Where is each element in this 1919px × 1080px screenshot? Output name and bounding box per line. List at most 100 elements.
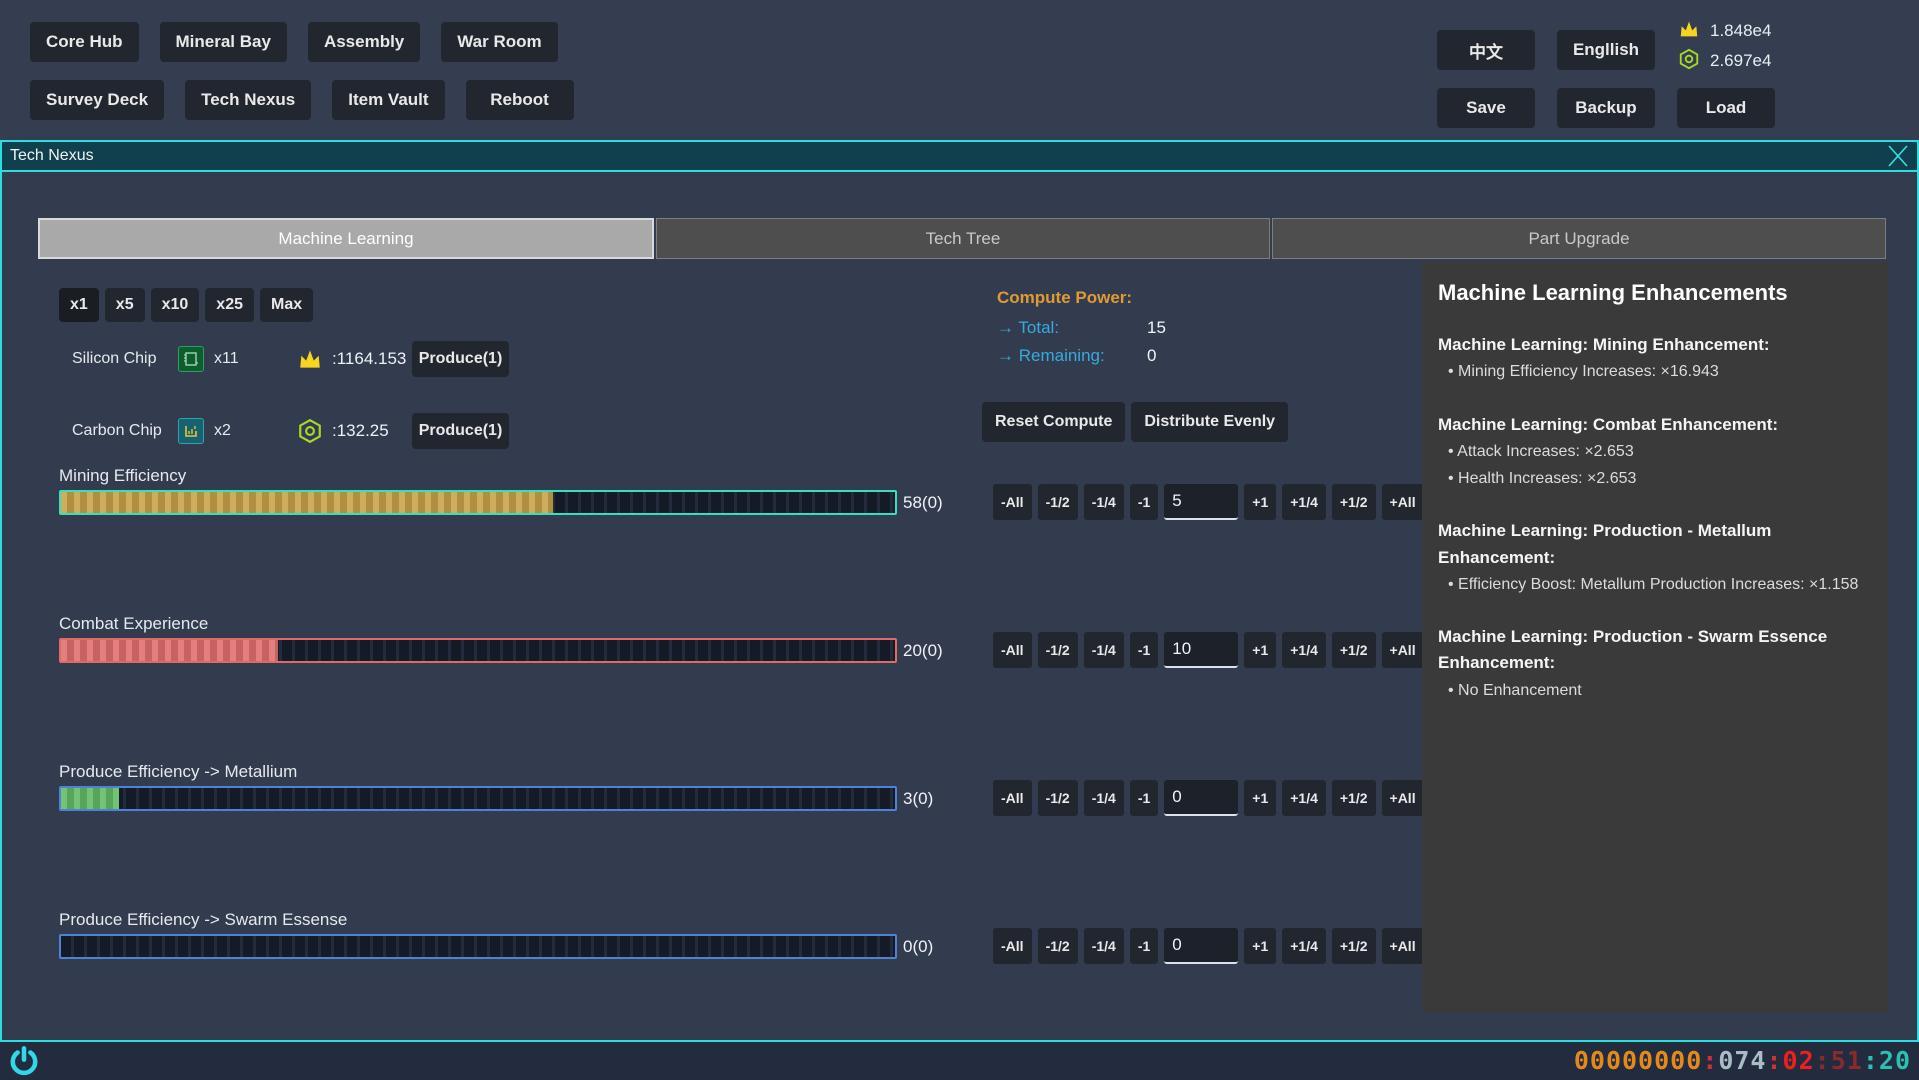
metallium-plus-all-button[interactable]: +All xyxy=(1382,780,1424,816)
combat-plus-quarter-button[interactable]: +1/4 xyxy=(1282,632,1326,668)
carbon-chip-name: Carbon Chip xyxy=(72,422,162,440)
swarm-plus-one-button[interactable]: +1 xyxy=(1244,928,1276,964)
metallium-plus-quarter-button[interactable]: +1/4 xyxy=(1282,780,1326,816)
currency-block: 1.848e4 2.697e4 xyxy=(1678,16,1771,76)
distribute-evenly-button[interactable]: Distribute Evenly xyxy=(1131,402,1288,442)
mining-plus-half-button[interactable]: +1/2 xyxy=(1332,484,1376,520)
silicon-produce-button[interactable]: Produce(1) xyxy=(412,341,509,377)
mining-plus-one-button[interactable]: +1 xyxy=(1244,484,1276,520)
metallium-minus-all-button[interactable]: -All xyxy=(993,780,1032,816)
metallium-minus-half-button[interactable]: -1/2 xyxy=(1038,780,1078,816)
load-button[interactable]: Load xyxy=(1677,88,1775,128)
nav-mineral-bay-button[interactable]: Mineral Bay xyxy=(160,22,287,62)
swarm-minus-quarter-button[interactable]: -1/4 xyxy=(1084,928,1124,964)
combat-minus-one-button[interactable]: -1 xyxy=(1130,632,1158,668)
nav-war-room-button[interactable]: War Room xyxy=(441,22,557,62)
tab-machine-learning[interactable]: Machine Learning xyxy=(38,218,654,259)
swarm-allocation-input[interactable] xyxy=(1164,928,1238,964)
mining-minus-all-button[interactable]: -All xyxy=(993,484,1032,520)
combat-plus-one-button[interactable]: +1 xyxy=(1244,632,1276,668)
combat-plus-all-button[interactable]: +All xyxy=(1382,632,1424,668)
swarm-enhancement-heading: Machine Learning: Production - Swarm Ess… xyxy=(1438,624,1872,677)
mining-plus-quarter-button[interactable]: +1/4 xyxy=(1282,484,1326,520)
metallium-efficiency-bar-fill xyxy=(61,788,119,809)
combat-adjust-row: -All -1/2 -1/4 -1 +1 +1/4 +1/2 +All xyxy=(993,632,1424,668)
combat-allocation-input[interactable] xyxy=(1164,632,1238,668)
nav-tech-nexus-button[interactable]: Tech Nexus xyxy=(185,80,311,120)
nav-core-hub-button[interactable]: Core Hub xyxy=(30,22,139,62)
silicon-chip-count: x11 xyxy=(214,350,239,368)
metallium-minus-one-button[interactable]: -1 xyxy=(1130,780,1158,816)
gold-crown-icon xyxy=(297,346,323,372)
compute-remaining-line: → Remaining: 0 xyxy=(997,346,1156,366)
mining-enhancement-heading: Machine Learning: Mining Enhancement: xyxy=(1438,332,1872,358)
mining-minus-one-button[interactable]: -1 xyxy=(1130,484,1158,520)
nav-item-vault-button[interactable]: Item Vault xyxy=(332,80,444,120)
swarm-efficiency-value: 0(0) xyxy=(903,934,933,959)
combat-attack-bullet: Attack Increases: ×2.653 xyxy=(1438,438,1872,465)
mining-enhancement-section: Machine Learning: Mining Enhancement: Mi… xyxy=(1438,332,1872,386)
combat-experience-value: 20(0) xyxy=(903,638,943,663)
power-icon[interactable] xyxy=(8,1045,40,1080)
silicon-chip-name: Silicon Chip xyxy=(72,350,156,368)
multiplier-row: x1 x5 x10 x25 Max xyxy=(59,288,313,322)
timer-segment: 074 xyxy=(1718,1046,1766,1075)
silicon-chip-row: Silicon Chip x11 :1164.153 Produce(1) xyxy=(2,340,962,378)
swarm-efficiency-label: Produce Efficiency -> Swarm Essense xyxy=(59,910,347,930)
tab-part-upgrade[interactable]: Part Upgrade xyxy=(1272,218,1886,259)
close-icon[interactable] xyxy=(1883,143,1913,169)
carbon-chip-cost: :132.25 xyxy=(332,421,389,441)
swarm-minus-one-button[interactable]: -1 xyxy=(1130,928,1158,964)
metallium-adjust-row: -All -1/2 -1/4 -1 +1 +1/4 +1/2 +All xyxy=(993,780,1424,816)
lang-chinese-button[interactable]: 中文 xyxy=(1437,30,1535,70)
timer-separator: : xyxy=(1863,1046,1879,1075)
combat-plus-half-button[interactable]: +1/2 xyxy=(1332,632,1376,668)
combat-minus-all-button[interactable]: -All xyxy=(993,632,1032,668)
language-row: 中文 Engllish xyxy=(1437,30,1655,70)
gold-crown-icon xyxy=(1678,18,1700,45)
backup-button[interactable]: Backup xyxy=(1557,88,1655,128)
metallium-plus-one-button[interactable]: +1 xyxy=(1244,780,1276,816)
metallium-efficiency-bar xyxy=(59,786,897,811)
nav-survey-deck-button[interactable]: Survey Deck xyxy=(30,80,164,120)
timer-separator: : xyxy=(1766,1046,1782,1075)
carbon-chip-row: Carbon Chip x2 :132.25 Produce(1) xyxy=(2,412,962,450)
carbon-produce-button[interactable]: Produce(1) xyxy=(412,413,509,449)
swarm-minus-half-button[interactable]: -1/2 xyxy=(1038,928,1078,964)
nav-assembly-button[interactable]: Assembly xyxy=(308,22,420,62)
mining-plus-all-button[interactable]: +All xyxy=(1382,484,1424,520)
metallium-allocation-input[interactable] xyxy=(1164,780,1238,816)
reset-compute-button[interactable]: Reset Compute xyxy=(982,402,1125,442)
swarm-plus-all-button[interactable]: +All xyxy=(1382,928,1424,964)
save-button[interactable]: Save xyxy=(1437,88,1535,128)
mining-efficiency-value: 58(0) xyxy=(903,490,943,515)
mult-x1-button[interactable]: x1 xyxy=(59,288,99,322)
combat-enhancement-section: Machine Learning: Combat Enhancement: At… xyxy=(1438,412,1872,493)
mining-minus-half-button[interactable]: -1/2 xyxy=(1038,484,1078,520)
combat-minus-half-button[interactable]: -1/2 xyxy=(1038,632,1078,668)
metallium-efficiency-value: 3(0) xyxy=(903,786,933,811)
mult-x25-button[interactable]: x25 xyxy=(205,288,254,322)
combat-minus-quarter-button[interactable]: -1/4 xyxy=(1084,632,1124,668)
mult-x5-button[interactable]: x5 xyxy=(105,288,145,322)
swarm-enhancement-section: Machine Learning: Production - Swarm Ess… xyxy=(1438,624,1872,704)
metallium-minus-quarter-button[interactable]: -1/4 xyxy=(1084,780,1124,816)
metallium-plus-half-button[interactable]: +1/2 xyxy=(1332,780,1376,816)
playtime-timer: 00000000:074:02:51:20 xyxy=(1574,1046,1911,1075)
mining-minus-quarter-button[interactable]: -1/4 xyxy=(1084,484,1124,520)
swarm-plus-quarter-button[interactable]: +1/4 xyxy=(1282,928,1326,964)
timer-segment: 20 xyxy=(1879,1046,1911,1075)
lang-english-button[interactable]: Engllish xyxy=(1557,30,1655,70)
mult-x10-button[interactable]: x10 xyxy=(151,288,200,322)
swarm-minus-all-button[interactable]: -All xyxy=(993,928,1032,964)
mining-allocation-input[interactable] xyxy=(1164,484,1238,520)
mult-max-button[interactable]: Max xyxy=(260,288,313,322)
metallum-enhancement-bullet: Efficiency Boost: Metallum Production In… xyxy=(1438,571,1872,598)
swarm-plus-half-button[interactable]: +1/2 xyxy=(1332,928,1376,964)
nav-reboot-button[interactable]: Reboot xyxy=(466,80,574,120)
silicon-chip-cost: :1164.153 xyxy=(332,349,406,369)
enhancements-panel: Machine Learning Enhancements Machine Le… xyxy=(1422,262,1888,1012)
tab-tech-tree[interactable]: Tech Tree xyxy=(656,218,1270,259)
enhancements-title: Machine Learning Enhancements xyxy=(1438,280,1872,306)
currency-gold: 1.848e4 xyxy=(1678,16,1771,46)
